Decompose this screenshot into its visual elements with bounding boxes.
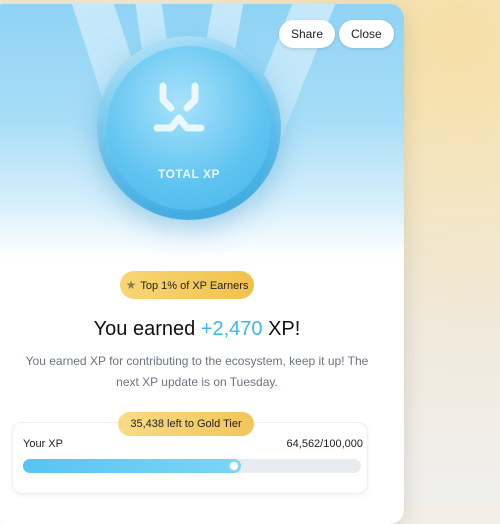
- description-line: You earned XP for contributing to the ec…: [25, 354, 369, 368]
- description: You earned XP for contributing to the ec…: [0, 351, 404, 393]
- earned-amount: +2,470: [200, 318, 263, 340]
- tier-remaining-pill: 35,438 left to Gold Tier: [118, 412, 254, 436]
- share-button[interactable]: Share: [279, 20, 336, 48]
- total-xp-coin: TOTAL XP: [97, 36, 281, 220]
- close-button[interactable]: Close: [339, 20, 394, 48]
- xp-logo-icon: [153, 82, 205, 132]
- earned-headline: You earned +2,470 XP!: [0, 318, 404, 341]
- headline-suffix: XP!: [262, 318, 301, 340]
- xp-count: 64,562/100,000: [286, 438, 363, 450]
- star-icon: ★: [125, 278, 137, 292]
- progress-knob: [229, 461, 239, 471]
- rank-badge: ★ Top 1% of XP Earners: [120, 271, 254, 299]
- xp-modal: TOTAL XP Share Close ★ Top 1% of XP Earne…: [0, 4, 404, 524]
- headline-prefix: You earned: [93, 318, 201, 340]
- xp-progress-bar: [23, 459, 361, 473]
- description-line: next XP update is on Tuesday.: [116, 375, 278, 389]
- coin-label: TOTAL XP: [157, 167, 220, 181]
- your-xp-label: Your XP: [23, 438, 63, 450]
- rank-badge-label: Top 1% of XP Earners: [140, 280, 249, 292]
- xp-progress-fill: [23, 459, 241, 473]
